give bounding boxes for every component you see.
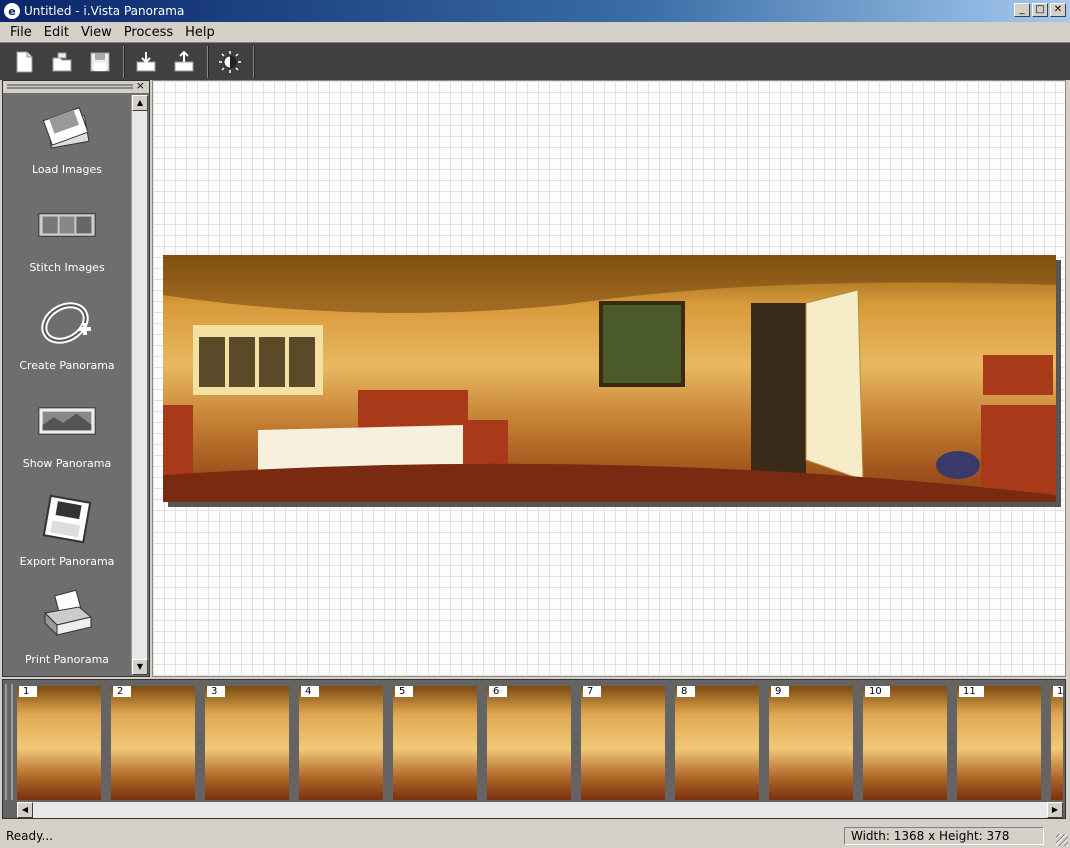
thumbnail[interactable]: 2 [111, 686, 195, 800]
load-images-label: Load Images [31, 163, 103, 176]
new-icon [16, 51, 33, 72]
app-icon[interactable]: e [4, 3, 20, 19]
brightness-button[interactable] [212, 47, 248, 77]
thumbnail[interactable]: 1 [17, 686, 101, 800]
thumbnail[interactable]: 5 [393, 686, 477, 800]
image-size-readout: Width: 1368 x Height: 378 [844, 827, 1044, 845]
thumbnail-number: 5 [395, 686, 414, 697]
panorama-canvas[interactable] [152, 80, 1066, 677]
stitch-images-button[interactable]: Stitch Images [3, 191, 131, 289]
thumbnail[interactable]: 7 [581, 686, 665, 800]
import-button[interactable] [128, 47, 164, 77]
import-icon [136, 51, 156, 71]
menu-process[interactable]: Process [118, 25, 179, 40]
show-panorama-icon [37, 391, 97, 451]
panel-close-button[interactable]: × [136, 79, 145, 92]
thumbnail-list: 1 2 3 4 5 6 7 8 9 10 11 1 [17, 686, 1063, 800]
close-button[interactable]: ✕ [1050, 3, 1066, 17]
thumbnail-number: 1 [19, 686, 38, 697]
task-panel-header: × [3, 79, 149, 93]
open-button[interactable] [44, 47, 80, 77]
task-panel-scrollbar[interactable]: ▲ ▼ [131, 95, 148, 675]
menu-bar: File Edit View Process Help [0, 22, 1070, 42]
menu-file[interactable]: File [4, 25, 38, 40]
thumbnail-number: 6 [489, 686, 508, 697]
print-panorama-button[interactable]: Print Panorama [3, 583, 131, 681]
thumbnail[interactable]: 6 [487, 686, 571, 800]
thumbnail-number: 1 [1053, 686, 1063, 697]
menu-help[interactable]: Help [179, 25, 221, 40]
thumbnail-number: 3 [207, 686, 226, 697]
minimize-button[interactable]: _ [1014, 3, 1030, 17]
thumbnail[interactable]: 4 [299, 686, 383, 800]
thumbnail-number: 10 [865, 686, 890, 697]
save-icon [90, 52, 110, 71]
print-panorama-icon [37, 587, 97, 647]
save-button[interactable] [82, 47, 118, 77]
menu-edit[interactable]: Edit [38, 25, 75, 40]
create-panorama-label: Create Panorama [19, 359, 115, 372]
toolbar-separator [123, 45, 125, 78]
stitch-images-icon [37, 195, 97, 255]
thumbnail[interactable]: 10 [863, 686, 947, 800]
open-icon [52, 52, 72, 71]
thumbnail-strip: 1 2 3 4 5 6 7 8 9 10 11 1 ◀ ▶ [2, 679, 1066, 819]
thumbnail-number: 7 [583, 686, 602, 697]
export-panorama-button[interactable]: Export Panorama [3, 485, 131, 583]
thumbnail[interactable]: 8 [675, 686, 759, 800]
thumbnail-number: 9 [771, 686, 790, 697]
show-panorama-label: Show Panorama [22, 457, 112, 470]
thumbnail-scrollbar[interactable]: ◀ ▶ [17, 802, 1063, 818]
scroll-right-arrow[interactable]: ▶ [1047, 802, 1063, 818]
print-panorama-label: Print Panorama [24, 653, 110, 666]
scroll-down-arrow[interactable]: ▼ [132, 659, 148, 675]
thumbnail[interactable]: 3 [205, 686, 289, 800]
status-text: Ready... [6, 829, 53, 843]
export-icon [174, 50, 194, 71]
resize-grip[interactable] [1056, 834, 1068, 846]
panel-grip[interactable] [7, 84, 133, 89]
scroll-up-arrow[interactable]: ▲ [132, 95, 148, 111]
thumbnail[interactable]: 11 [957, 686, 1041, 800]
load-images-button[interactable]: Load Images [3, 93, 131, 191]
thumbnail-number: 8 [677, 686, 696, 697]
menu-view[interactable]: View [75, 25, 118, 40]
load-images-icon [37, 97, 97, 157]
toolbar-separator [207, 45, 209, 78]
task-panel: × Load Images Stitch Images Create Panor… [2, 79, 150, 677]
show-panorama-button[interactable]: Show Panorama [3, 387, 131, 485]
maximize-button[interactable]: □ [1032, 3, 1048, 17]
strip-grip[interactable] [5, 684, 13, 800]
panorama-image[interactable] [163, 255, 1056, 502]
create-panorama-button[interactable]: Create Panorama [3, 289, 131, 387]
thumbnail-number: 11 [959, 686, 984, 697]
brightness-icon [219, 50, 241, 73]
export-button[interactable] [166, 47, 202, 77]
toolbar-separator [253, 45, 255, 78]
toolbar [0, 42, 1070, 80]
export-panorama-icon [37, 489, 97, 549]
stitch-images-label: Stitch Images [29, 261, 105, 274]
new-button[interactable] [6, 47, 42, 77]
create-panorama-icon [37, 293, 97, 353]
thumbnail-number: 2 [113, 686, 132, 697]
export-panorama-label: Export Panorama [19, 555, 115, 568]
status-bar: Ready... Width: 1368 x Height: 378 [0, 824, 1070, 848]
window-title: Untitled - i.Vista Panorama [24, 4, 185, 18]
thumbnail[interactable]: 9 [769, 686, 853, 800]
thumbnail-number: 4 [301, 686, 320, 697]
thumbnail[interactable]: 1 [1051, 686, 1063, 800]
scroll-left-arrow[interactable]: ◀ [17, 802, 33, 818]
title-bar: e Untitled - i.Vista Panorama _ □ ✕ [0, 0, 1070, 22]
